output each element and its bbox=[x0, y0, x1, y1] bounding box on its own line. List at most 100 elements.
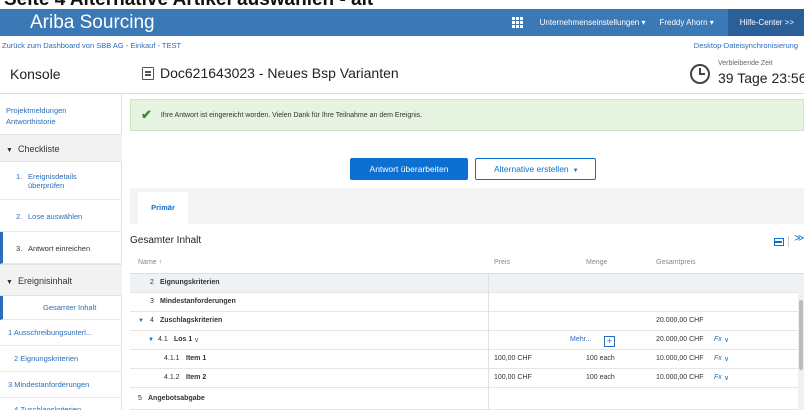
back-to-dashboard-link[interactable]: Zurück zum Dashboard von SBB AG - Einkau… bbox=[0, 41, 181, 50]
check-icon: ✔ bbox=[141, 107, 152, 122]
row-total: 20.000,00 CHF bbox=[656, 336, 704, 343]
row-total: 20.000,00 CHF bbox=[656, 317, 704, 324]
table-row[interactable]: 2 Eignungskriterien bbox=[130, 274, 804, 293]
row-total: 10.000,00 CHF bbox=[656, 355, 704, 362]
table-header: Name ↑ Preis Menge Gesamtpreis bbox=[130, 252, 804, 274]
event-content-title: Ereignisinhalt bbox=[17, 276, 72, 286]
remaining-time-label: Verbleibende Zeit bbox=[718, 60, 773, 67]
column-divider bbox=[488, 274, 489, 410]
table-row[interactable]: 4.1.1 Item 1 100,00 CHF 100 each 10.000,… bbox=[130, 350, 804, 369]
checklist-step-3[interactable]: 3. Antwort einreichen bbox=[0, 232, 122, 264]
column-header-total[interactable]: Gesamtpreis bbox=[656, 259, 696, 266]
top-bar: Ariba Sourcing Unternehmenseinstellungen… bbox=[0, 9, 804, 36]
clock-icon bbox=[690, 64, 710, 84]
row-name: Mindestanforderungen bbox=[160, 298, 236, 305]
add-icon[interactable]: + bbox=[604, 336, 615, 347]
sidebar-item-all-content[interactable]: Gesamter Inhalt bbox=[0, 296, 122, 320]
sidebar-item-tender-docs[interactable]: 1 Ausschreibungsunterl... bbox=[0, 320, 122, 346]
event-content-header[interactable]: ▼ Ereignisinhalt bbox=[0, 264, 122, 296]
create-alternative-label: Alternative erstellen bbox=[494, 164, 569, 174]
caret-down-icon: ▼ bbox=[6, 147, 13, 154]
company-settings-menu[interactable]: Unternehmenseinstellungen ▾ bbox=[540, 18, 646, 27]
caret-down-icon: ▼ bbox=[572, 168, 579, 174]
revise-response-button[interactable]: Antwort überarbeiten bbox=[350, 158, 468, 180]
table-row[interactable]: ▼ 4.1 Los 1 ∨ Mehr... + 20.000,00 CHF Fx… bbox=[130, 331, 804, 350]
sidebar-item-award-criteria[interactable]: 4 Zuschlagskriterien bbox=[0, 398, 122, 410]
top-bar-right: Unternehmenseinstellungen ▾ Freddy Ahorn… bbox=[511, 9, 804, 36]
create-alternative-button[interactable]: Alternative erstellen ▼ bbox=[475, 158, 596, 180]
tab-bar: Primär bbox=[130, 188, 804, 224]
formula-icon[interactable]: Fx bbox=[714, 355, 722, 362]
row-price: 100,00 CHF bbox=[494, 374, 532, 381]
row-total: 10.000,00 CHF bbox=[656, 374, 704, 381]
apps-grid-icon[interactable] bbox=[511, 16, 524, 29]
chevron-down-icon[interactable]: ∨ bbox=[724, 355, 729, 363]
page-title: Doc621643023 - Neues Bsp Varianten bbox=[160, 65, 399, 81]
row-name: Los 1 bbox=[174, 336, 193, 343]
checklist-header[interactable]: ▼ Checkliste bbox=[0, 134, 122, 162]
collapse-caret-icon[interactable]: ▼ bbox=[138, 318, 144, 324]
app-title: Ariba Sourcing bbox=[30, 11, 155, 33]
checklist-title: Checkliste bbox=[17, 144, 60, 154]
column-header-quantity[interactable]: Menge bbox=[586, 259, 607, 266]
table-row[interactable]: ▼ 4 Zuschlagskriterien 20.000,00 CHF bbox=[130, 312, 804, 331]
row-number: 4 bbox=[150, 317, 154, 324]
row-price: 100,00 CHF bbox=[494, 355, 532, 362]
more-link[interactable]: Mehr... bbox=[570, 336, 591, 343]
remaining-time-value: 39 Tage 23:56:40 bbox=[718, 70, 804, 86]
step-number: 3. bbox=[16, 244, 23, 253]
user-menu[interactable]: Freddy Ahorn ▾ bbox=[659, 18, 713, 27]
row-name: Zuschlagskriterien bbox=[160, 317, 223, 324]
step-number: 2. bbox=[16, 212, 23, 221]
sidebar-item-qualification[interactable]: 2 Eignungskriterien bbox=[0, 346, 122, 372]
row-quantity: 100 each bbox=[586, 374, 615, 381]
row-name: Item 1 bbox=[186, 355, 207, 362]
row-quantity: 100 each bbox=[586, 355, 615, 362]
formula-icon[interactable]: Fx bbox=[714, 336, 722, 343]
sidebar: Projektmeldungen Antworthistorie ▼ Checkl… bbox=[0, 94, 122, 410]
step-label: Antwort einreichen bbox=[28, 244, 91, 253]
page: Seite 4 Alternative Artikel auswählen - … bbox=[0, 0, 804, 410]
help-center-button[interactable]: Hilfe-Center >> bbox=[727, 9, 804, 36]
collapse-caret-icon[interactable]: ▼ bbox=[148, 337, 154, 343]
title-bar: Konsole Doc621643023 - Neues Bsp Variant… bbox=[0, 54, 804, 94]
divider bbox=[788, 236, 789, 247]
tab-primary[interactable]: Primär bbox=[138, 192, 188, 224]
column-header-price[interactable]: Preis bbox=[494, 259, 510, 266]
chevron-down-icon[interactable]: ∨ bbox=[724, 374, 729, 382]
row-name: Angebotsabgabe bbox=[148, 395, 205, 402]
row-number: 2 bbox=[150, 279, 154, 286]
row-number: 4.1 bbox=[158, 336, 168, 343]
table-row[interactable]: 5 Angebotsabgabe bbox=[130, 388, 804, 410]
formula-icon[interactable]: Fx bbox=[714, 374, 722, 381]
table-row[interactable]: 4.1.2 Item 2 100,00 CHF 100 each 10.000,… bbox=[130, 369, 804, 388]
project-messages-link[interactable]: Projektmeldungen bbox=[6, 106, 66, 115]
console-title: Konsole bbox=[10, 66, 61, 82]
response-history-link[interactable]: Antworthistorie bbox=[6, 117, 56, 126]
sidebar-item-minimum-requirements[interactable]: 3 Mindestanforderungen bbox=[0, 372, 122, 398]
success-text: Ihre Antwort ist eingereicht worden. Vie… bbox=[160, 111, 423, 119]
chevron-down-icon[interactable]: ∨ bbox=[724, 336, 729, 344]
success-message: ✔ Ihre Antwort ist eingereicht worden. V… bbox=[130, 99, 804, 131]
row-name: Item 2 bbox=[186, 374, 207, 381]
checklist-step-1[interactable]: 1. Ereignisdetails überprüfen bbox=[0, 164, 122, 200]
table-row[interactable]: 3 Mindestanforderungen bbox=[130, 293, 804, 312]
document-icon bbox=[142, 67, 154, 80]
checklist-step-2[interactable]: 2. Lose auswählen bbox=[0, 200, 122, 232]
content-section-title: Gesamter Inhalt bbox=[130, 235, 202, 246]
row-number: 5 bbox=[138, 395, 142, 402]
page-banner: Seite 4 Alternative Artikel auswählen - … bbox=[0, 0, 804, 9]
column-header-name[interactable]: Name ↑ bbox=[138, 259, 162, 266]
expand-all-icon[interactable]: ≫ bbox=[794, 233, 804, 244]
breadcrumb: Zurück zum Dashboard von SBB AG - Einkau… bbox=[0, 36, 804, 54]
table-view-icon[interactable] bbox=[774, 238, 784, 246]
row-number: 3 bbox=[150, 298, 154, 305]
step-number: 1. bbox=[16, 172, 23, 181]
row-number: 4.1.2 bbox=[164, 374, 180, 381]
row-number: 4.1.1 bbox=[164, 355, 180, 362]
row-name: Eignungskriterien bbox=[160, 279, 220, 286]
scrollbar-thumb[interactable] bbox=[799, 300, 803, 370]
chevron-down-icon[interactable]: ∨ bbox=[194, 336, 199, 344]
caret-down-icon: ▼ bbox=[6, 279, 13, 286]
desktop-sync-link[interactable]: Desktop-Dateisynchronisierung bbox=[694, 41, 798, 50]
